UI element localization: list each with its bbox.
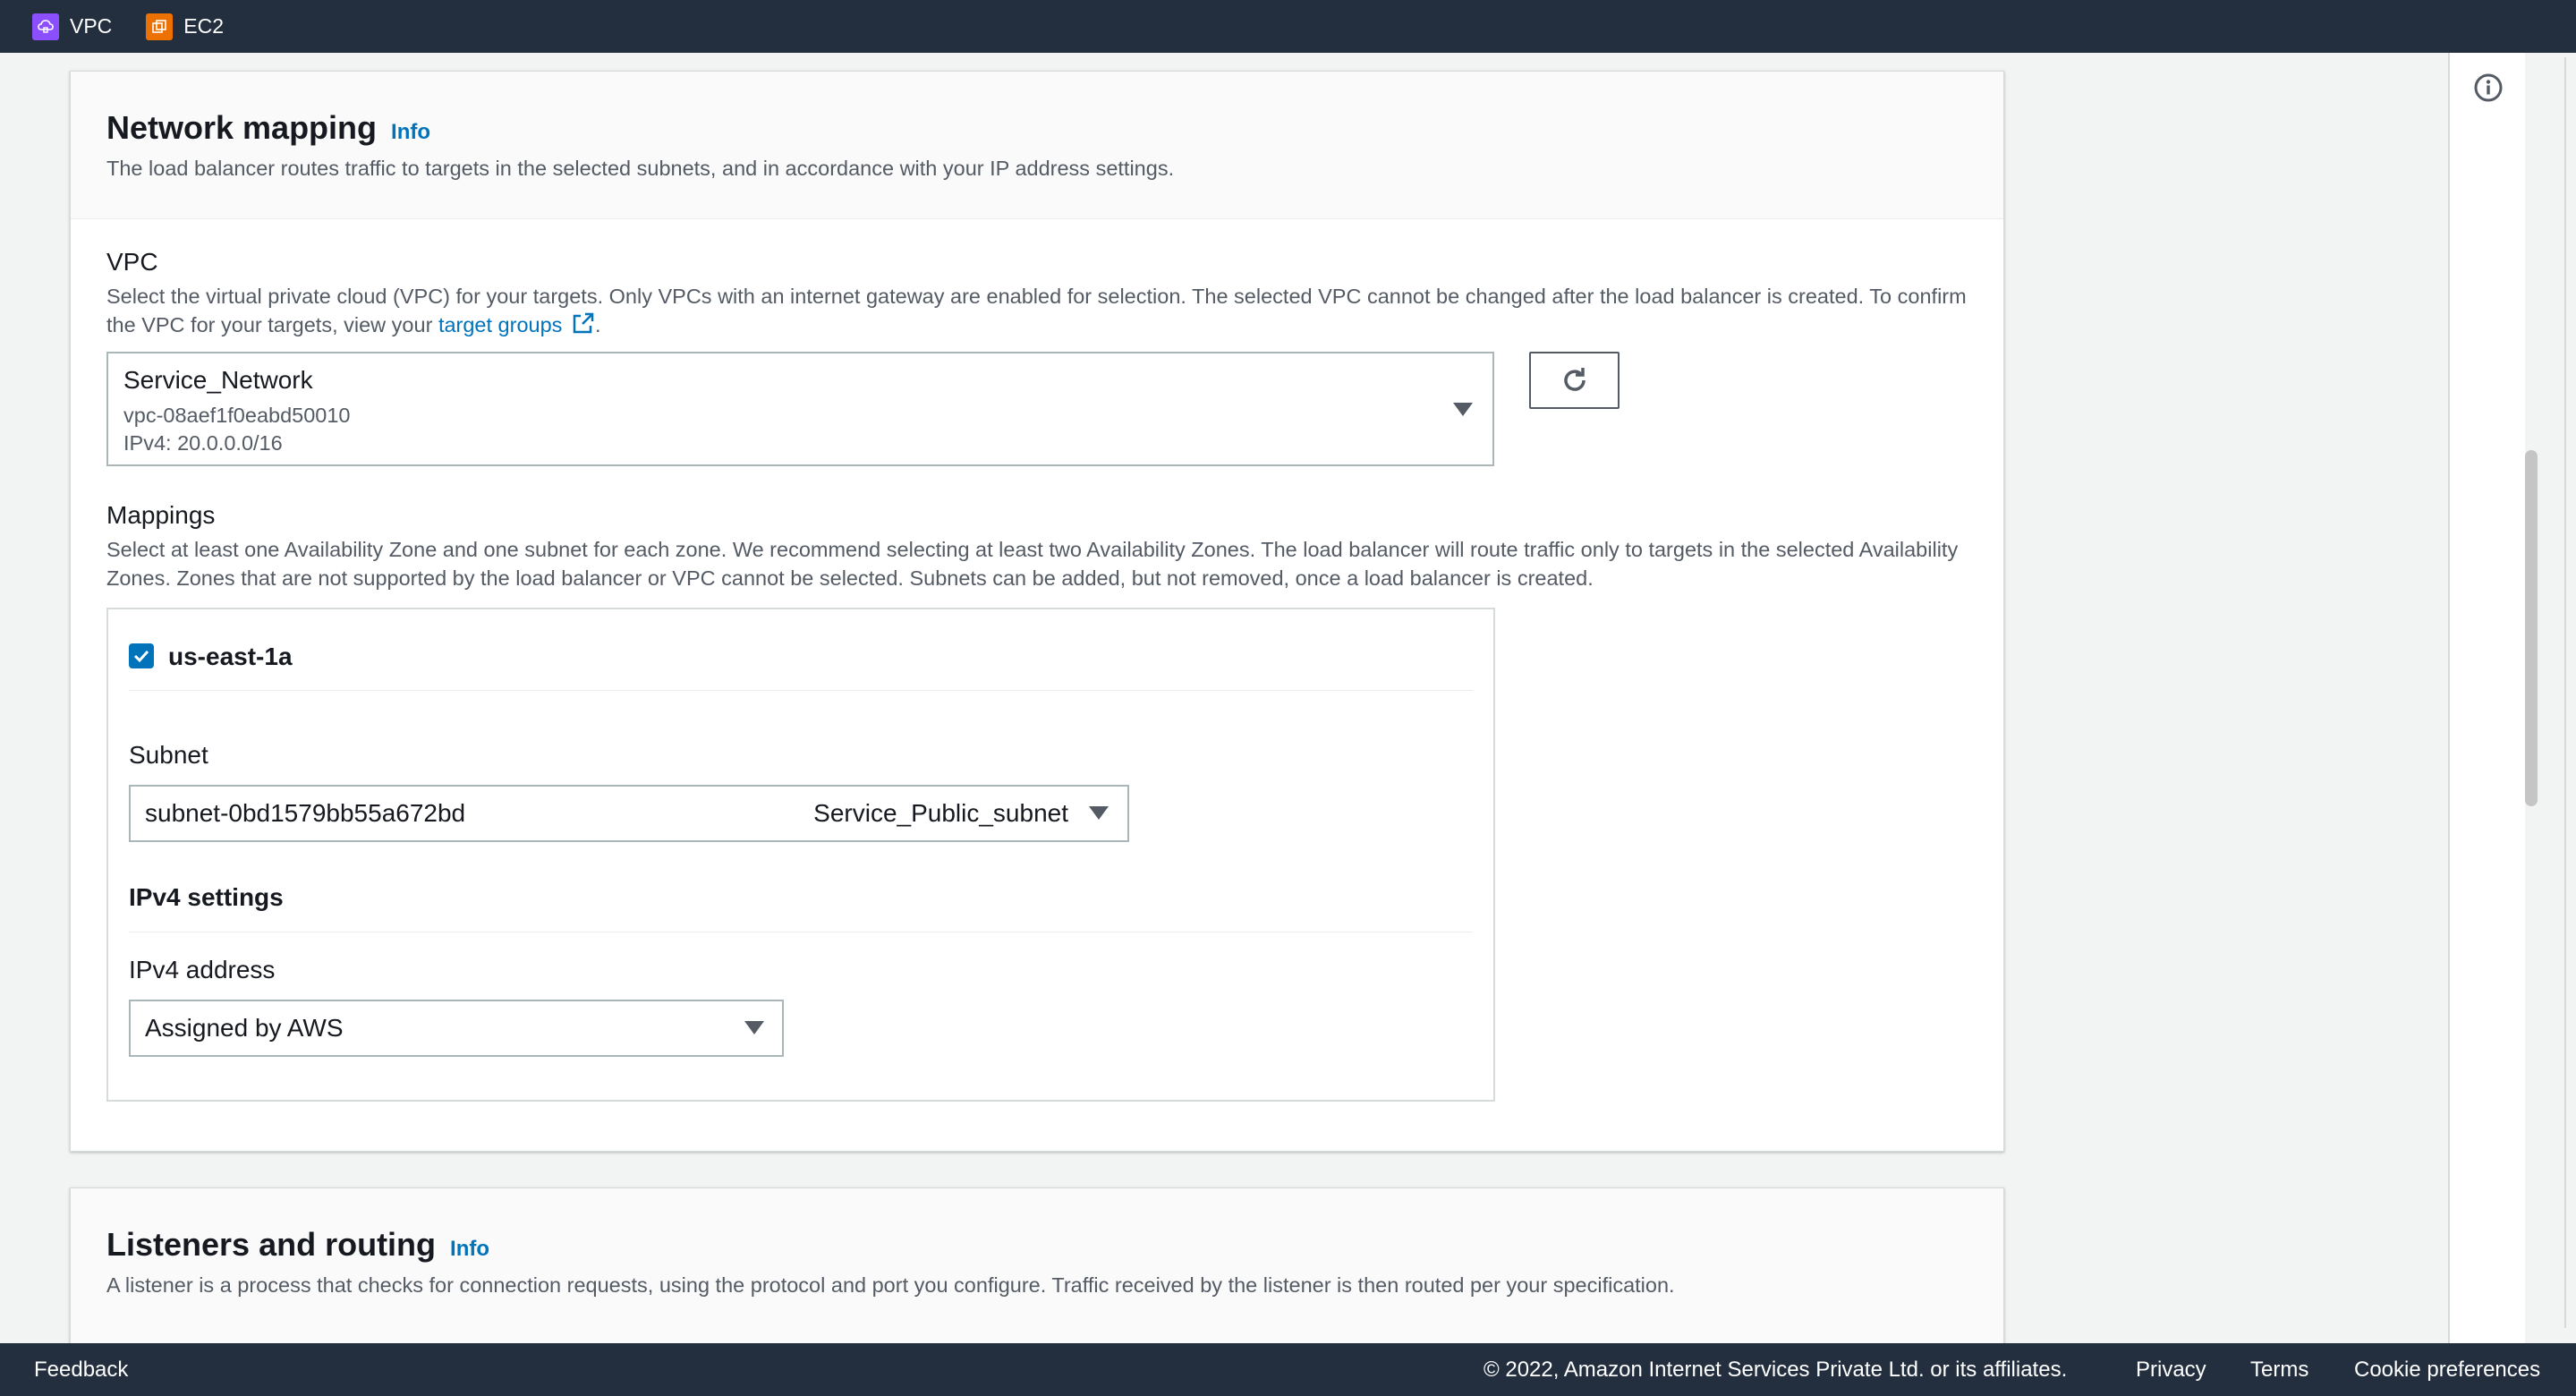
network-mapping-info-link[interactable]: Info — [391, 120, 430, 145]
chevron-down-icon — [1089, 806, 1109, 820]
listeners-routing-title: Listeners and routing — [106, 1226, 437, 1263]
subnet-select[interactable]: subnet-0bd1579bb55a672bd Service_Public_… — [129, 785, 1129, 842]
service-label-vpc: VPC — [70, 14, 113, 38]
chevron-down-icon — [1453, 403, 1473, 416]
network-mapping-header: Network mapping Info The load balancer r… — [71, 72, 2003, 219]
vpc-selected-id: vpc-08aef1f0eabd50010 — [123, 404, 351, 427]
service-shortcut-ec2[interactable]: EC2 — [146, 13, 224, 40]
vpc-selected-cidr: IPv4: 20.0.0.0/16 — [123, 431, 283, 455]
zone-mapping-card: us-east-1a Subnet subnet-0bd1579bb55a672… — [106, 608, 1495, 1102]
checkmark-icon — [132, 647, 150, 665]
info-circle-icon[interactable] — [2473, 72, 2504, 103]
feedback-link[interactable]: Feedback — [34, 1358, 128, 1383]
network-mapping-container: Network mapping Info The load balancer r… — [70, 71, 2004, 1152]
mappings-description: Select at least one Availability Zone an… — [106, 538, 1959, 590]
target-groups-link[interactable]: target groups — [438, 313, 562, 336]
ec2-icon — [146, 13, 174, 40]
subnet-name: Service_Public_subnet — [813, 799, 1068, 827]
vpc-selected-name: Service_Network — [123, 366, 313, 394]
zone-checkbox[interactable] — [129, 643, 154, 668]
vpc-refresh-button[interactable] — [1529, 352, 1620, 409]
tools-panel — [2448, 53, 2525, 1343]
service-shortcut-vpc[interactable]: VPC — [32, 13, 112, 40]
external-link-icon[interactable] — [572, 311, 595, 342]
listeners-routing-info-link[interactable]: Info — [450, 1237, 489, 1262]
vpc-label: VPC — [106, 248, 158, 276]
ipv4-settings-heading: IPv4 settings — [129, 883, 284, 911]
service-label-ec2: EC2 — [183, 14, 225, 38]
listeners-routing-description: A listener is a process that checks for … — [106, 1273, 1675, 1297]
mappings-field: Mappings Select at least one Availabilit… — [106, 501, 1968, 592]
scrollbar-rail — [2564, 57, 2566, 1328]
refresh-icon — [1559, 364, 1591, 396]
ipv4-address-label: IPv4 address — [129, 956, 276, 983]
cookie-preferences-link[interactable]: Cookie preferences — [2354, 1358, 2540, 1383]
top-navigation-bar: VPC EC2 — [0, 0, 2576, 53]
network-mapping-description: The load balancer routes traffic to targ… — [106, 157, 1175, 180]
privacy-link[interactable]: Privacy — [2136, 1358, 2206, 1383]
vpc-select[interactable]: Service_Network vpc-08aef1f0eabd50010 IP… — [106, 352, 1494, 466]
vpc-description: Select the virtual private cloud (VPC) f… — [106, 282, 1968, 342]
listeners-routing-header: Listeners and routing Info A listener is… — [71, 1188, 2003, 1343]
network-mapping-title: Network mapping — [106, 109, 378, 146]
scrollbar-thumb[interactable] — [2525, 450, 2538, 806]
mappings-label: Mappings — [106, 501, 216, 529]
zone-divider — [129, 690, 1473, 691]
console-footer: Feedback © 2022, Amazon Internet Service… — [0, 1343, 2576, 1396]
vpc-icon — [32, 13, 59, 40]
main-content: Network mapping Info The load balancer r… — [0, 53, 2448, 1343]
vpc-field: VPC Select the virtual private cloud (VP… — [106, 248, 1968, 342]
copyright-text: © 2022, Amazon Internet Services Private… — [1484, 1357, 2068, 1382]
app-root: VPC EC2 Network mapping Info The load ba… — [0, 0, 2576, 1396]
chevron-down-icon — [744, 1021, 764, 1034]
terms-link[interactable]: Terms — [2250, 1358, 2308, 1383]
subnet-label: Subnet — [129, 741, 208, 769]
ipv4-address-select[interactable]: Assigned by AWS — [129, 1000, 784, 1057]
listeners-routing-container: Listeners and routing Info A listener is… — [70, 1187, 2004, 1343]
ipv4-address-value: Assigned by AWS — [145, 1014, 344, 1042]
subnet-id: subnet-0bd1579bb55a672bd — [145, 799, 466, 827]
zone-name: us-east-1a — [168, 643, 293, 670]
